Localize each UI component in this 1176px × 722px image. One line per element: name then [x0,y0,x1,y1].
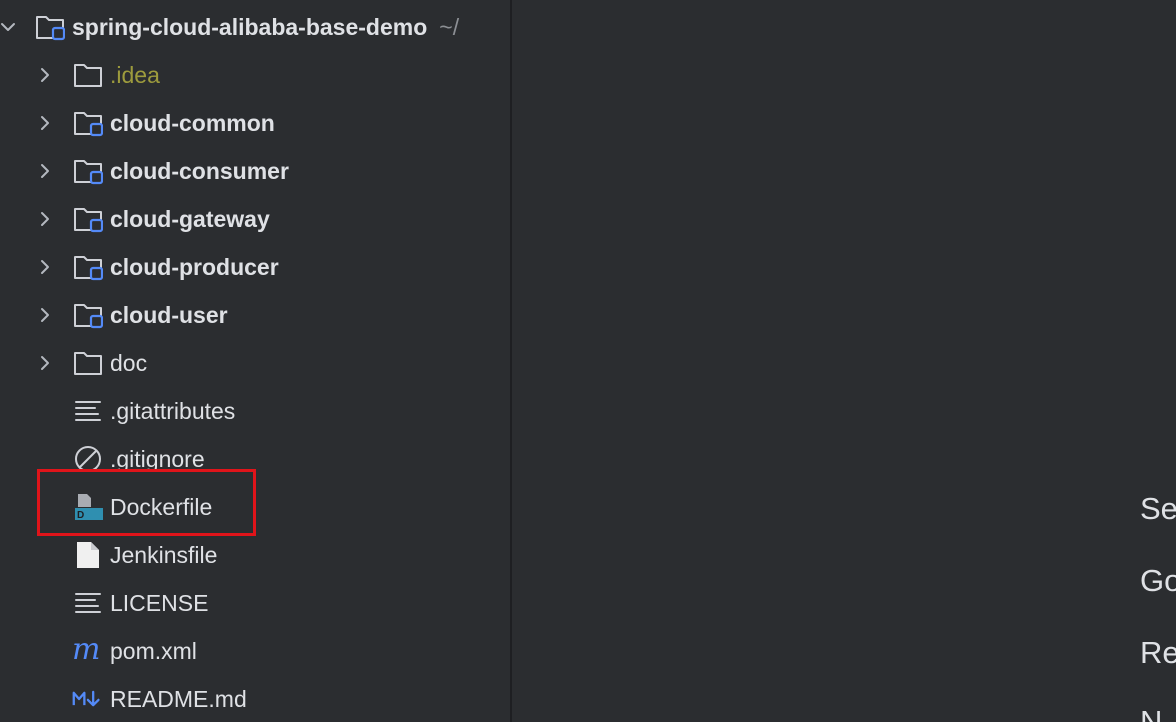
tree-item-label: .idea [110,62,160,88]
maven-icon: m [72,637,100,665]
tree-item-label: .gitattributes [110,398,236,424]
tree-item-label: cloud-user [110,302,228,328]
tree-item-license[interactable]: LICENSE [0,579,510,627]
tree-item-label: Jenkinsfile [110,542,218,568]
highlight-annotation [37,469,256,536]
module-folder-icon [74,208,103,233]
module-folder-icon [74,304,103,329]
text-file-icon [75,593,101,613]
tree-item-pom-xml[interactable]: m pom.xml [0,627,510,675]
tree-item-cloud-user[interactable]: cloud-user [0,291,510,339]
tree-item-cloud-common[interactable]: cloud-common [0,99,510,147]
editor-hint-3[interactable]: Re [1140,635,1176,671]
tree-item-cloud-gateway[interactable]: cloud-gateway [0,195,510,243]
chevron-right-icon[interactable] [33,159,57,183]
tree-item-label: cloud-producer [110,254,279,280]
tree-item-cloud-producer[interactable]: cloud-producer [0,243,510,291]
chevron-right-icon[interactable] [33,111,57,135]
module-folder-icon [74,256,103,281]
module-folder-icon [74,112,103,137]
tree-root-path-suffix: ~/ [439,14,460,40]
tree-root-label: spring-cloud-alibaba-base-demo ~/ [72,14,460,40]
tree-item-label: README.md [110,686,247,712]
tree-item-label: LICENSE [110,590,209,616]
tree-item-label: cloud-consumer [110,158,289,184]
chevron-right-icon[interactable] [33,255,57,279]
tree-item-gitattributes[interactable]: .gitattributes [0,387,510,435]
chevron-right-icon[interactable] [33,303,57,327]
chevron-down-icon[interactable] [0,15,20,39]
chevron-right-icon[interactable] [33,207,57,231]
tree-item-cloud-consumer[interactable]: cloud-consumer [0,147,510,195]
tree-item-label: doc [110,350,148,376]
editor-hint-2[interactable]: Go [1140,563,1176,599]
text-file-icon [75,401,101,421]
editor-empty-area: Se Go Re N [512,0,1176,722]
module-folder-icon [74,160,103,185]
tree-root-row[interactable]: spring-cloud-alibaba-base-demo ~/ [0,3,510,51]
ide-window: spring-cloud-alibaba-base-demo ~/ .idea c… [0,0,1176,722]
tree-item-idea[interactable]: .idea [0,51,510,99]
folder-icon [74,352,102,375]
folder-icon [74,64,102,87]
svg-text:m: m [72,637,100,665]
tree-item-label: cloud-gateway [110,206,270,232]
tree-item-label: pom.xml [110,638,197,664]
editor-hint-4[interactable]: N [1140,704,1162,722]
tree-item-label: cloud-common [110,110,275,136]
project-tool-window: spring-cloud-alibaba-base-demo ~/ .idea c… [0,0,510,722]
generic-file-icon [77,542,99,568]
chevron-right-icon[interactable] [33,63,57,87]
tree-item-doc[interactable]: doc [0,339,510,387]
chevron-right-icon[interactable] [33,351,57,375]
tree-item-readme[interactable]: README.md [0,675,510,722]
module-folder-icon [36,16,65,41]
markdown-icon [72,690,100,707]
tree-item-jenkinsfile[interactable]: Jenkinsfile [0,531,510,579]
editor-hint-1[interactable]: Se [1140,491,1176,527]
